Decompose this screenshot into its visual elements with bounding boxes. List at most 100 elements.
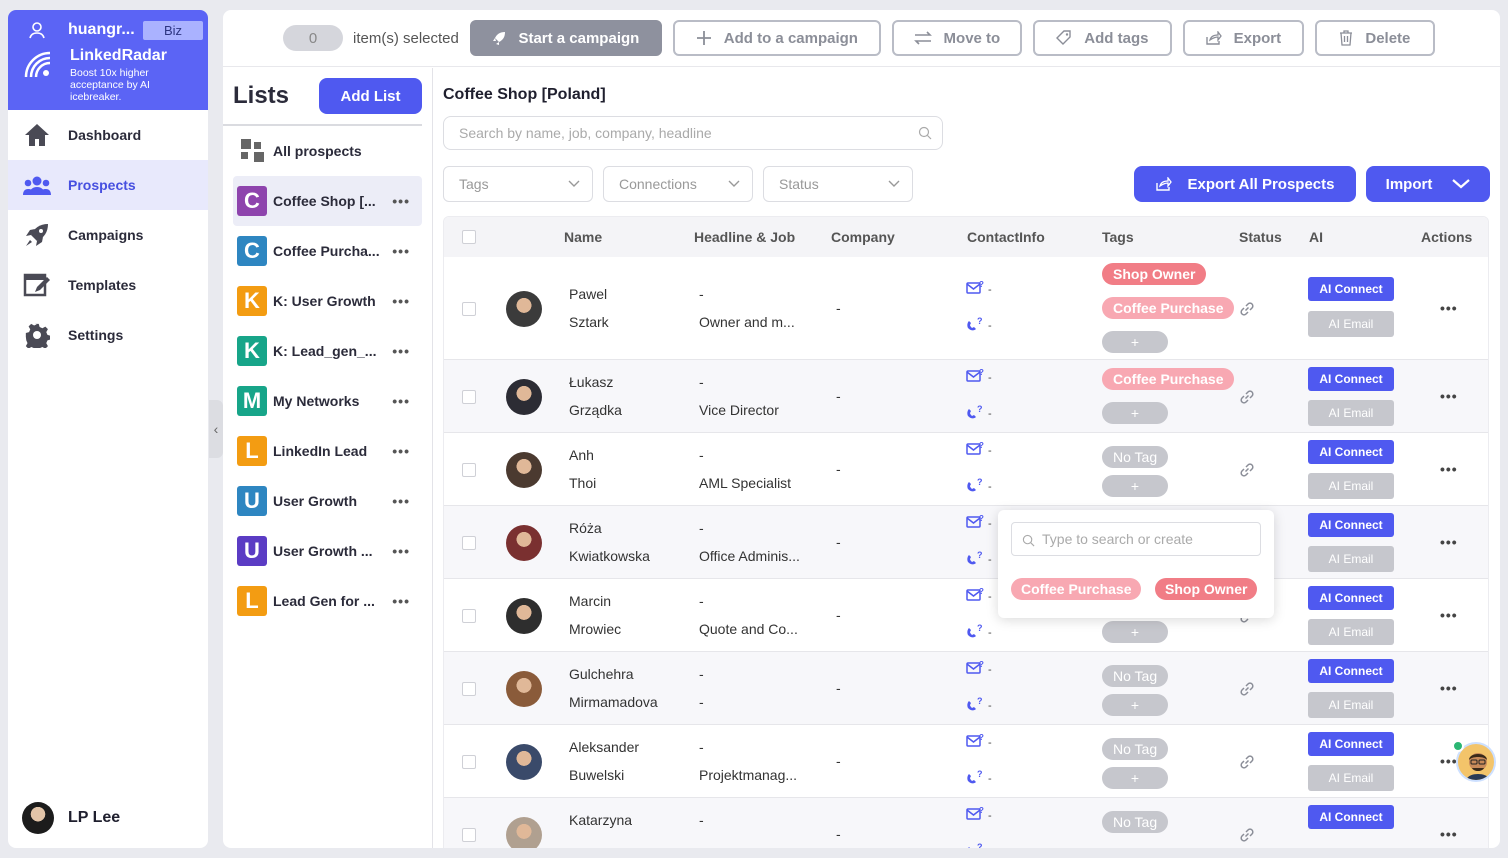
export-button[interactable]: Export [1182, 20, 1304, 56]
collapse-sidebar-button[interactable]: ‹ [209, 400, 223, 458]
phone-contact[interactable]: ?- [966, 404, 992, 420]
list-item[interactable]: L Lead Gen for ... ••• [233, 576, 422, 626]
more-options-icon[interactable]: ••• [392, 243, 410, 259]
ai-email-button[interactable]: AI Email [1308, 619, 1394, 645]
nav-dashboard[interactable]: Dashboard [8, 110, 208, 160]
add-tag-button[interactable]: + [1102, 402, 1168, 424]
row-checkbox[interactable] [462, 608, 476, 623]
list-item[interactable]: U User Growth ••• [233, 476, 422, 526]
profile-link-icon[interactable] [1238, 461, 1256, 479]
more-options-icon[interactable]: ••• [392, 543, 410, 559]
avatar[interactable] [506, 597, 542, 634]
row-checkbox[interactable] [462, 389, 476, 404]
last-name[interactable]: Mrowiec [569, 621, 621, 637]
first-name[interactable]: Aleksander [569, 739, 639, 755]
ai-connect-button[interactable]: AI Connect [1308, 513, 1394, 537]
phone-contact[interactable]: ?- [966, 769, 992, 785]
ai-connect-button[interactable]: AI Connect [1308, 805, 1394, 829]
ai-connect-button[interactable]: AI Connect [1308, 440, 1394, 464]
table-row[interactable]: Pawel Sztark - Owner and m... -? -? - Shop Owne… [444, 257, 1488, 360]
last-name[interactable]: Grządka [569, 402, 622, 418]
more-options-icon[interactable]: ••• [392, 293, 410, 309]
export-all-prospects-button[interactable]: Export All Prospects [1134, 166, 1356, 202]
nav-prospects[interactable]: Prospects [8, 160, 208, 210]
list-item[interactable]: K K: User Growth ••• [233, 276, 422, 326]
avatar[interactable] [506, 524, 542, 561]
delete-button[interactable]: Delete [1314, 20, 1435, 56]
email-contact[interactable]: ? - [966, 733, 992, 749]
avatar[interactable] [506, 378, 542, 415]
add-tags-button[interactable]: Add tags [1032, 20, 1172, 56]
ai-connect-button[interactable]: AI Connect [1308, 367, 1394, 391]
last-name[interactable]: Buwelski [569, 767, 624, 783]
add-tag-button[interactable]: + [1102, 767, 1168, 789]
tag-option-shop-owner[interactable]: Shop Owner [1155, 578, 1258, 600]
avatar[interactable] [506, 816, 542, 848]
phone-contact[interactable]: ?- [966, 316, 992, 332]
phone-contact[interactable]: ?- [966, 696, 992, 712]
table-row[interactable]: Marcin Mrowiec - Quote and Co... -? -? - + AI Co… [444, 579, 1488, 652]
list-item[interactable]: L LinkedIn Lead ••• [233, 426, 422, 476]
row-actions-icon[interactable]: ••• [1440, 534, 1458, 550]
table-row[interactable]: Katarzyna--?-?-No TagAI Connect••• [444, 798, 1488, 848]
first-name[interactable]: Anh [569, 447, 594, 463]
first-name[interactable]: Katarzyna [569, 812, 632, 828]
tag-chip[interactable]: Shop Owner [1102, 263, 1207, 285]
last-name[interactable]: Mirmamadova [569, 694, 658, 710]
email-contact[interactable]: ? - [966, 660, 992, 676]
row-actions-icon[interactable]: ••• [1440, 461, 1458, 477]
avatar[interactable] [506, 670, 542, 707]
table-row[interactable]: Łukasz Grządka - Vice Director -? -? - Coffee P… [444, 360, 1488, 433]
row-actions-icon[interactable]: ••• [1440, 388, 1458, 404]
table-row[interactable]: Aleksander Buwelski - Projektmanag... -? -? - N… [444, 725, 1488, 798]
first-name[interactable]: Gulchehra [569, 666, 634, 682]
more-options-icon[interactable]: ••• [392, 593, 410, 609]
nav-templates[interactable]: Templates [8, 260, 208, 310]
nav-settings[interactable]: Settings [8, 310, 208, 360]
profile-link-icon[interactable] [1238, 300, 1256, 318]
last-name[interactable]: Sztark [569, 314, 609, 330]
add-tag-button[interactable]: + [1102, 475, 1168, 497]
phone-contact[interactable]: ?- [966, 550, 992, 566]
first-name[interactable]: Róża [569, 520, 602, 536]
add-tag-button[interactable]: + [1102, 331, 1168, 353]
more-options-icon[interactable]: ••• [392, 443, 410, 459]
row-actions-icon[interactable]: ••• [1440, 826, 1458, 842]
email-contact[interactable]: ? - [966, 806, 992, 822]
nav-campaigns[interactable]: Campaigns [8, 210, 208, 260]
table-row[interactable]: Anh Thoi - AML Specialist -? -? - No Tag + AI Con… [444, 433, 1488, 506]
first-name[interactable]: Marcin [569, 593, 611, 609]
add-list-button[interactable]: Add List [319, 78, 422, 114]
row-checkbox[interactable] [462, 301, 476, 316]
tag-chip[interactable]: Coffee Purchase [1102, 368, 1235, 390]
row-actions-icon[interactable]: ••• [1440, 607, 1458, 623]
ai-email-button[interactable]: AI Email [1308, 473, 1394, 499]
list-item[interactable]: U User Growth ... ••• [233, 526, 422, 576]
ai-email-button[interactable]: AI Email [1308, 765, 1394, 791]
email-contact[interactable]: ? - [966, 280, 992, 296]
ai-connect-button[interactable]: AI Connect [1308, 659, 1394, 683]
ai-connect-button[interactable]: AI Connect [1308, 586, 1394, 610]
move-to-button[interactable]: Move to [891, 20, 1022, 56]
select-all-checkbox[interactable] [462, 230, 476, 244]
ai-email-button[interactable]: AI Email [1308, 311, 1394, 337]
row-checkbox[interactable] [462, 462, 476, 477]
ai-email-button[interactable]: AI Email [1308, 692, 1394, 718]
first-name[interactable]: Łukasz [569, 374, 613, 390]
tag-chip[interactable]: Coffee Purchase [1102, 297, 1235, 319]
ai-email-button[interactable]: AI Email [1308, 400, 1394, 426]
row-checkbox[interactable] [462, 535, 476, 550]
more-options-icon[interactable]: ••• [392, 193, 410, 209]
last-name[interactable]: Kwiatkowska [569, 548, 650, 564]
table-row[interactable]: Róża Kwiatkowska - Office Adminis... -? -? - AI… [444, 506, 1488, 579]
row-checkbox[interactable] [462, 754, 476, 769]
profile-link-icon[interactable] [1238, 826, 1256, 844]
row-actions-icon[interactable]: ••• [1440, 680, 1458, 696]
email-contact[interactable]: ? - [966, 368, 992, 384]
ai-email-button[interactable]: AI Email [1308, 546, 1394, 572]
list-item[interactable]: C Coffee Purcha... ••• [233, 226, 422, 276]
email-contact[interactable]: ? - [966, 587, 992, 603]
ai-connect-button[interactable]: AI Connect [1308, 732, 1394, 756]
avatar[interactable] [506, 290, 542, 327]
footer-user[interactable]: LP Lee [22, 802, 120, 834]
